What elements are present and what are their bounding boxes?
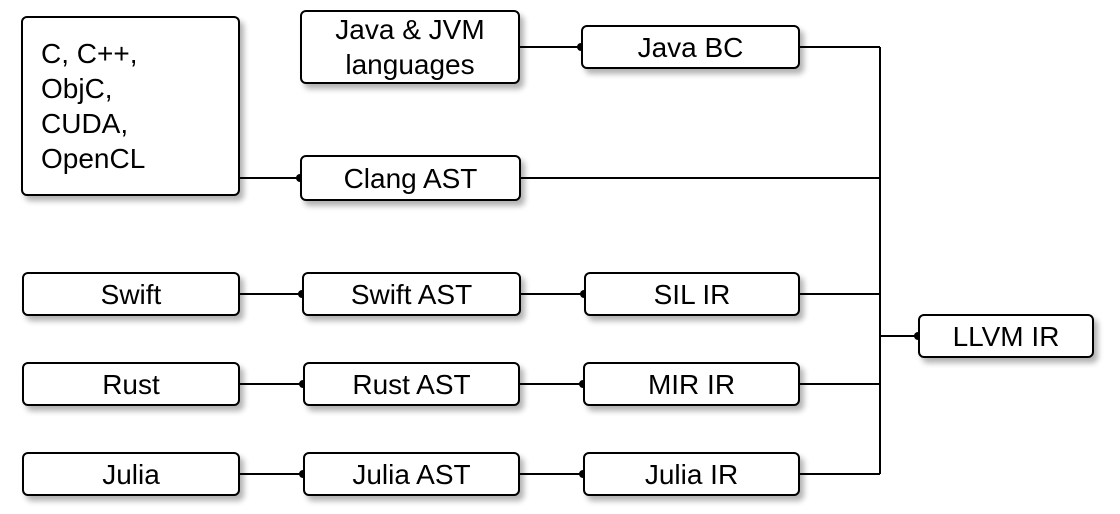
node-clang-ast: Clang AST: [300, 155, 521, 201]
label: Swift AST: [351, 277, 472, 312]
label: Julia AST: [352, 457, 470, 492]
label: MIR IR: [648, 367, 735, 402]
label: Rust AST: [352, 367, 470, 402]
label: Swift: [101, 277, 162, 312]
node-sil-ir: SIL IR: [584, 272, 800, 316]
node-mir-ir: MIR IR: [583, 362, 800, 406]
node-java-bc: Java BC: [581, 25, 800, 69]
label: LLVM IR: [953, 319, 1060, 354]
label: Clang AST: [344, 161, 478, 196]
node-swift-ast: Swift AST: [302, 272, 521, 316]
diagram-canvas: C, C++, ObjC, CUDA, OpenCL Java & JVM la…: [0, 0, 1120, 514]
node-c-family: C, C++, ObjC, CUDA, OpenCL: [21, 16, 240, 196]
label: C, C++, ObjC, CUDA, OpenCL: [41, 36, 145, 176]
node-swift: Swift: [22, 272, 240, 316]
node-julia: Julia: [22, 452, 240, 496]
node-julia-ast: Julia AST: [303, 452, 520, 496]
node-julia-ir: Julia IR: [583, 452, 800, 496]
node-jvm-langs: Java & JVM languages: [300, 10, 520, 84]
node-rust: Rust: [22, 362, 240, 406]
label: Java BC: [638, 30, 744, 65]
node-rust-ast: Rust AST: [303, 362, 520, 406]
label: Julia IR: [645, 457, 738, 492]
label: Rust: [102, 367, 160, 402]
label: Julia: [102, 457, 160, 492]
label: Java & JVM languages: [335, 12, 484, 82]
node-llvm-ir: LLVM IR: [918, 314, 1094, 358]
label: SIL IR: [654, 277, 731, 312]
